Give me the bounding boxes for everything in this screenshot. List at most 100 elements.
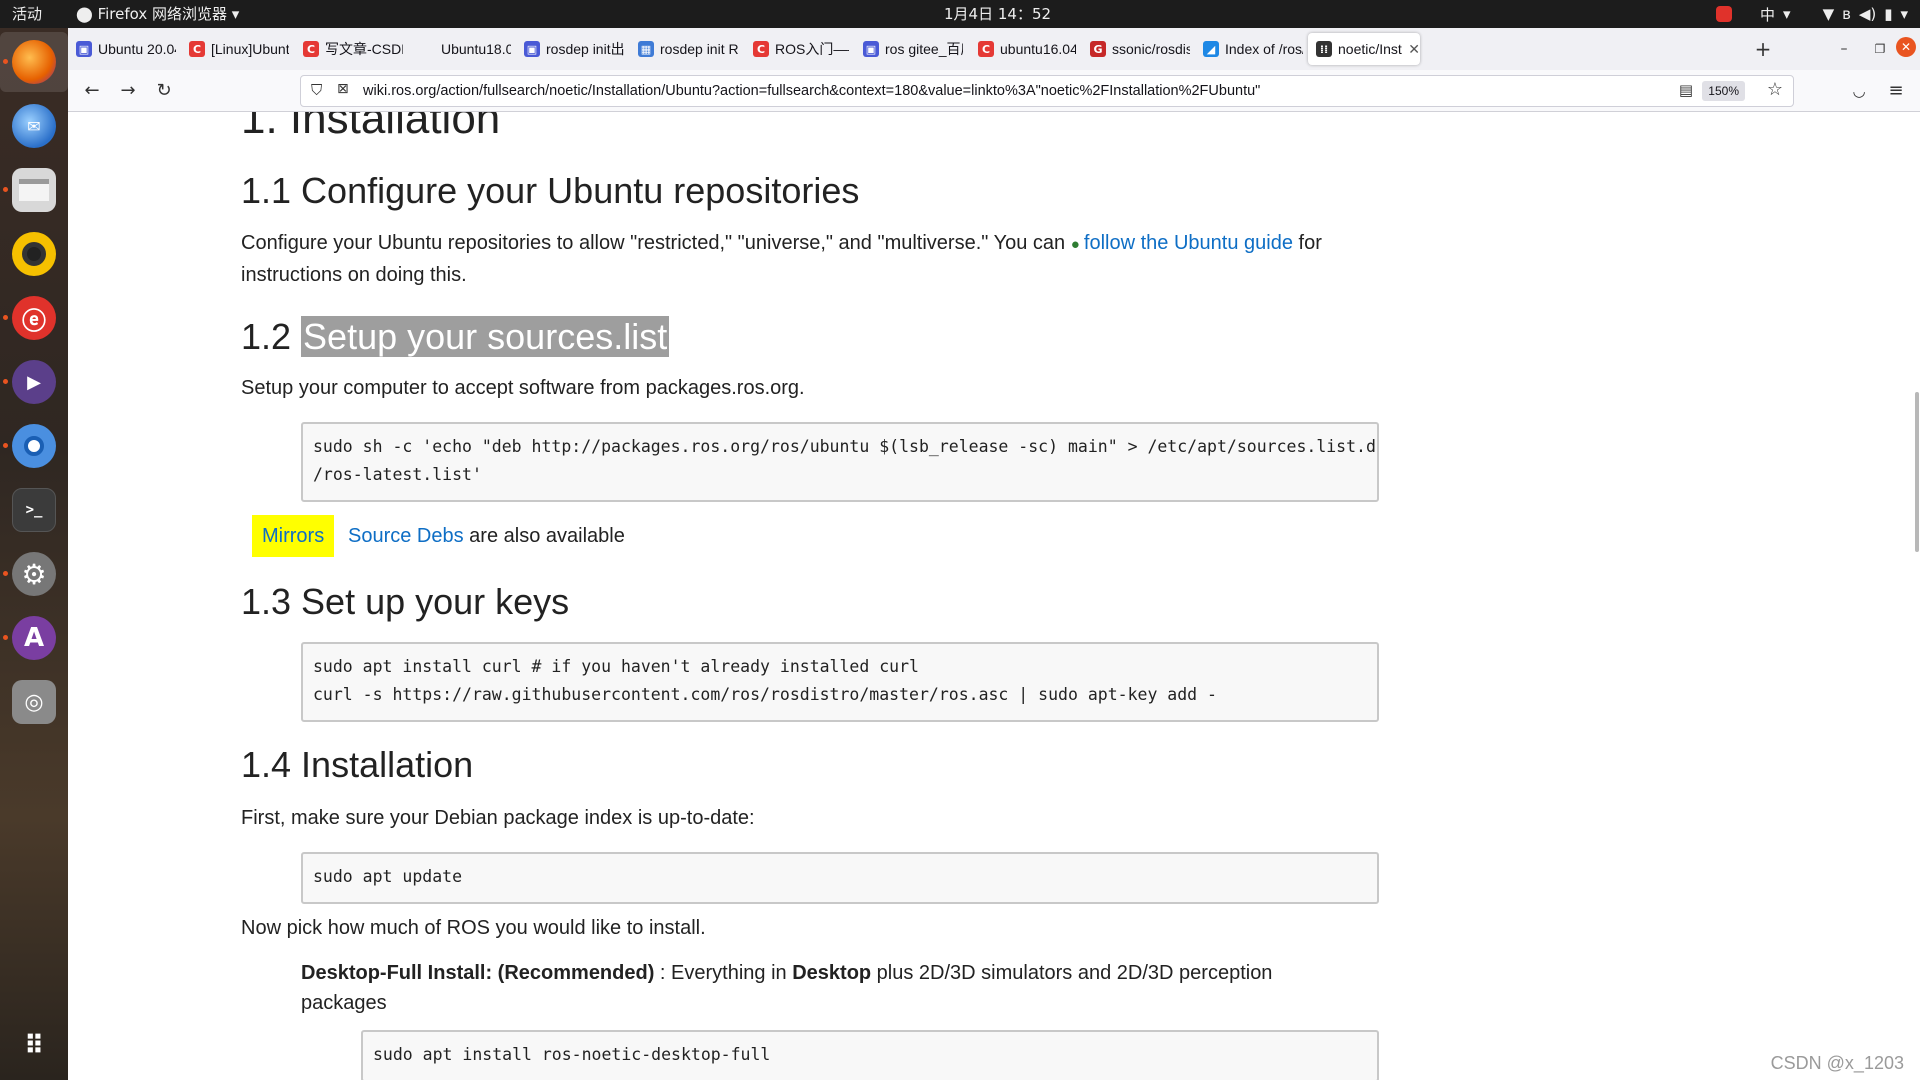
dock-show-apps[interactable]: ⠿ bbox=[0, 1016, 68, 1076]
page-heading: 1. Installation bbox=[241, 112, 501, 143]
tab-label: Ubuntu 20.04 bbox=[98, 41, 176, 57]
running-indicator bbox=[3, 571, 8, 576]
source-debs-link[interactable]: Source Debs bbox=[348, 525, 464, 547]
tab-label: [Linux]Ubuntu bbox=[211, 41, 289, 57]
volume-icon: ◀) bbox=[1858, 5, 1877, 23]
text-span: instructions on doing this. bbox=[241, 264, 467, 286]
back-button[interactable]: ← bbox=[78, 77, 106, 105]
tab-ros-gitee[interactable]: ▣ ros gitee_百度 bbox=[855, 33, 963, 65]
section-1-1-text: Configure your Ubuntu repositories to al… bbox=[241, 228, 1481, 290]
tab-index-of-ros[interactable]: ◢ Index of /ros/ bbox=[1195, 33, 1303, 65]
activities-button[interactable]: 活动 bbox=[12, 0, 42, 28]
pocket-icon[interactable]: ◡ bbox=[1845, 77, 1873, 105]
running-indicator bbox=[3, 635, 8, 640]
tab-favicon-icon: ◢ bbox=[1203, 41, 1219, 57]
scrollbar[interactable] bbox=[1912, 112, 1920, 1080]
text-span: plus 2D/3D simulators and 2D/3D percepti… bbox=[871, 962, 1273, 984]
netease-tray-icon[interactable] bbox=[1716, 6, 1733, 22]
globe-icon: ● bbox=[1070, 236, 1084, 253]
tab-csdn-write[interactable]: C 写文章-CSDN bbox=[295, 33, 403, 65]
firefox-icon bbox=[12, 40, 56, 84]
mirrors-link[interactable]: Mirrors bbox=[252, 515, 335, 557]
tab-label: Index of /ros/ bbox=[1225, 41, 1303, 57]
code-block-keys[interactable]: sudo apt install curl # if you haven't a… bbox=[301, 642, 1379, 722]
watermark: CSDN @x_1203 bbox=[1770, 1053, 1904, 1073]
new-tab-button[interactable]: + bbox=[1751, 37, 1775, 61]
tab-favicon-icon: C bbox=[753, 41, 769, 57]
lock-icon[interactable]: ⊠ bbox=[337, 81, 349, 97]
mirrors-line: Source Debs are also available bbox=[348, 521, 625, 551]
dock-terminal[interactable]: >_ bbox=[0, 480, 68, 540]
tab-favicon-icon: ▣ bbox=[76, 41, 92, 57]
section-1-2-text: Setup your computer to accept software f… bbox=[241, 377, 805, 399]
input-method-indicator[interactable]: 中 bbox=[1760, 4, 1775, 25]
page-content: 1. Installation 1.1 Configure your Ubunt… bbox=[68, 112, 1920, 1080]
tab-ubuntu1604[interactable]: Cubuntu16.04 bbox=[970, 33, 1076, 65]
tab-rosdep-init-error[interactable]: ▣ rosdep init出 bbox=[516, 33, 624, 65]
tab-favicon-icon: C bbox=[303, 41, 319, 57]
tab-label: Ubuntu18.04 bbox=[441, 41, 511, 57]
tab-ubuntu-2004[interactable]: ▣ Ubuntu 20.04 bbox=[68, 33, 176, 65]
dock-netease-music[interactable]: ⓔ bbox=[0, 288, 68, 348]
navigation-bar: ← → ↻ ⛉ ⊠ wiki.ros.org/action/fullsearch… bbox=[68, 70, 1920, 112]
bookmark-star-icon[interactable]: ☆ bbox=[1767, 79, 1783, 100]
tab-rosdep-init-ros[interactable]: ▦ rosdep init RO bbox=[630, 33, 738, 65]
maximize-button[interactable]: ❐ bbox=[1868, 37, 1892, 61]
code-block-sources-list[interactable]: sudo sh -c 'echo "deb http://packages.ro… bbox=[301, 422, 1379, 502]
tab-label: rosdep init出 bbox=[546, 41, 624, 57]
minimize-button[interactable]: – bbox=[1832, 37, 1856, 61]
desktop-full-description: Desktop-Full Install: (Recommended) : Ev… bbox=[301, 958, 1379, 1018]
dock-firefox[interactable] bbox=[0, 32, 68, 92]
tab-label: ROS入门—— bbox=[775, 41, 849, 57]
close-window-button[interactable]: ✕ bbox=[1896, 37, 1916, 57]
forward-button[interactable]: → bbox=[114, 77, 142, 105]
dock-files[interactable] bbox=[0, 160, 68, 220]
tab-ros-intro[interactable]: C ROS入门—— bbox=[745, 33, 849, 65]
reader-view-icon[interactable]: ▤ bbox=[1679, 81, 1693, 99]
section-heading-1-4: 1.4 Installation bbox=[241, 744, 474, 785]
system-tray[interactable]: 中 ▾ ▼ ʙ ◀) ▮ ▾ bbox=[1716, 0, 1920, 28]
tab-rosdistro-github[interactable]: Gssonic/rosdist bbox=[1082, 33, 1190, 65]
text-span: Configure your Ubuntu repositories to al… bbox=[241, 232, 1071, 254]
close-tab-icon[interactable]: ✕ bbox=[1408, 41, 1420, 58]
dock-disk[interactable]: ◎ bbox=[0, 672, 68, 732]
dock-media-player[interactable]: ▶ bbox=[0, 352, 68, 412]
tab-label: ssonic/rosdist bbox=[1112, 41, 1190, 57]
clock[interactable]: 1月4日 14：52 bbox=[944, 0, 1051, 28]
bluetooth-icon: ʙ bbox=[1842, 5, 1851, 23]
thunderbird-icon: ✉ bbox=[12, 104, 56, 148]
chevron-down-icon: ▾ bbox=[1900, 5, 1908, 23]
media-player-icon: ▶ bbox=[12, 360, 56, 404]
netease-music-icon: ⓔ bbox=[12, 296, 56, 340]
tab-linux-ubuntu[interactable]: C [Linux]Ubuntu bbox=[181, 33, 289, 65]
address-bar[interactable]: ⛉ ⊠ wiki.ros.org/action/fullsearch/noeti… bbox=[300, 75, 1794, 107]
dock-chromium[interactable] bbox=[0, 416, 68, 476]
text-span: are also available bbox=[463, 525, 625, 547]
hamburger-menu-icon[interactable]: ≡ bbox=[1882, 77, 1910, 105]
terminal-icon: >_ bbox=[12, 488, 56, 532]
code-block-apt-update[interactable]: sudo apt update bbox=[301, 852, 1379, 904]
dock-thunderbird[interactable]: ✉ bbox=[0, 96, 68, 156]
dock-rhythmbox[interactable] bbox=[0, 224, 68, 284]
code-block-desktop-full[interactable]: sudo apt install ros-noetic-desktop-full bbox=[361, 1030, 1379, 1080]
ubuntu-guide-link[interactable]: follow the Ubuntu guide bbox=[1084, 232, 1293, 254]
reload-button[interactable]: ↻ bbox=[150, 77, 178, 105]
dock-software-center[interactable]: A bbox=[0, 608, 68, 668]
tab-ubuntu1804[interactable]: Ubuntu18.04 bbox=[411, 33, 511, 65]
shield-icon[interactable]: ⛉ bbox=[311, 81, 322, 99]
chromium-icon bbox=[12, 424, 56, 468]
running-indicator bbox=[3, 443, 8, 448]
url-text[interactable]: wiki.ros.org/action/fullsearch/noetic/In… bbox=[363, 76, 1260, 106]
disk-icon: ◎ bbox=[12, 680, 56, 724]
section-heading-1-1: 1.1 Configure your Ubuntu repositories bbox=[241, 170, 860, 211]
app-grid-icon: ⠿ bbox=[23, 1031, 45, 1061]
tab-favicon-icon: ⁞⁞ bbox=[1316, 41, 1332, 57]
firefox-window: ▣ Ubuntu 20.04 C [Linux]Ubuntu C 写文章-CSDN Ubun… bbox=[68, 28, 1920, 1080]
tab-noetic-installation[interactable]: ⁞⁞ noetic/Insta ✕ bbox=[1308, 33, 1420, 65]
app-menu[interactable]: ⬤ Firefox 网络浏览器 ▾ bbox=[76, 0, 239, 28]
running-indicator bbox=[3, 59, 8, 64]
running-indicator bbox=[3, 379, 8, 384]
scrollbar-thumb[interactable] bbox=[1915, 392, 1919, 552]
dock-settings[interactable]: ⚙ bbox=[0, 544, 68, 604]
zoom-indicator[interactable]: 150% bbox=[1702, 81, 1745, 101]
